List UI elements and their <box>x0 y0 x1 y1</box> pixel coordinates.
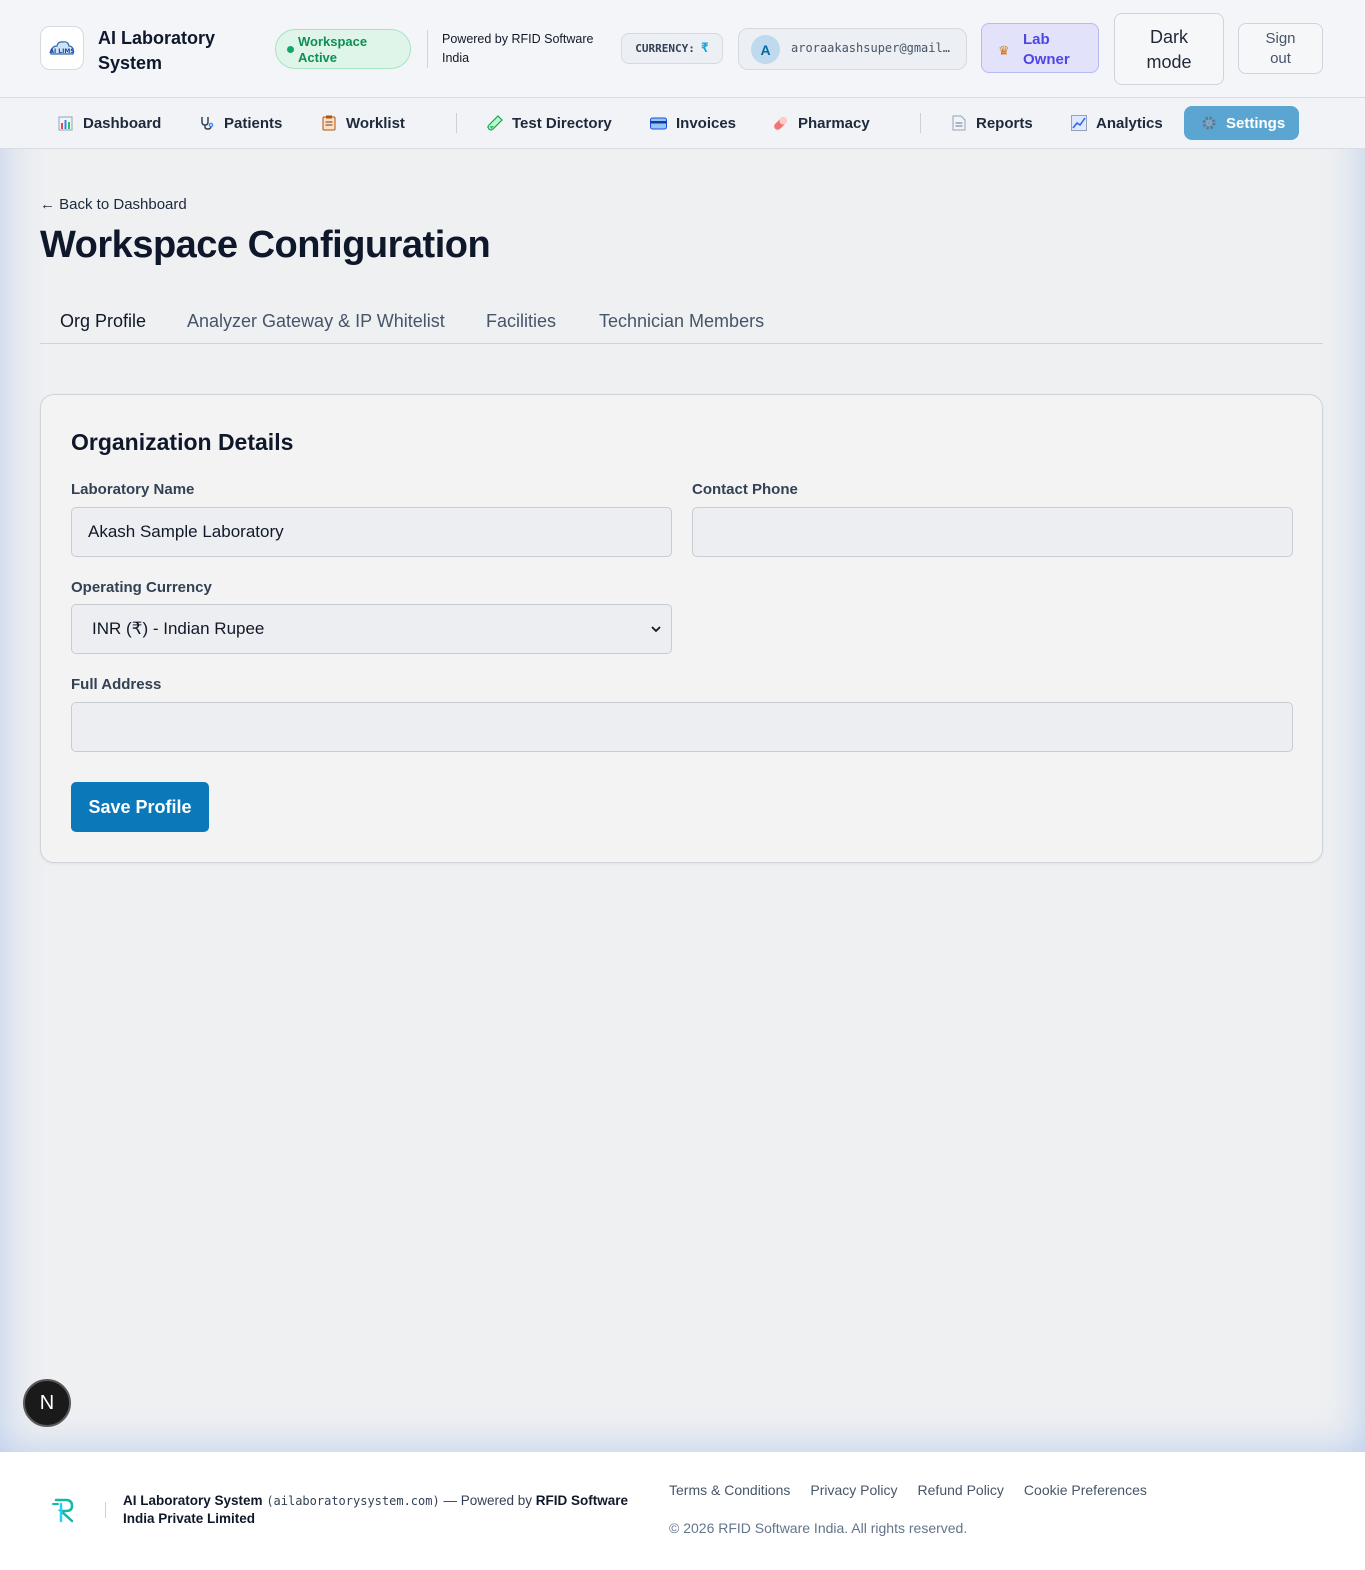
footer-powered-prefix: — Powered by <box>443 1493 533 1508</box>
pill-icon <box>772 115 789 132</box>
currency-label: CURRENCY: <box>635 42 695 55</box>
nav-label: Settings <box>1226 114 1286 132</box>
nav-item-patients[interactable]: Patients <box>198 106 282 140</box>
nav-label: Invoices <box>676 114 737 132</box>
nav-label: Patients <box>224 114 283 132</box>
footer: AI Laboratory System (ailaboratorysystem… <box>0 1452 1365 1570</box>
nav-label: Worklist <box>346 114 405 132</box>
section-title: Organization Details <box>71 429 294 455</box>
organization-details-card: Organization Details Laboratory Name Con… <box>40 394 1323 863</box>
nav-item-settings[interactable]: Settings <box>1184 106 1300 140</box>
gear-icon <box>1200 115 1217 132</box>
nav-item-test-directory[interactable]: Test Directory <box>486 106 612 140</box>
currency-label: Operating Currency <box>71 579 212 596</box>
footer-attribution: AI Laboratory System (ailaboratorysystem… <box>123 1492 643 1528</box>
app-shell: AI LIMS AI Laboratory System Workspace A… <box>0 0 1365 1452</box>
cookie-preferences-link[interactable]: Cookie Preferences <box>1024 1482 1147 1498</box>
copyright: © 2026 RFID Software India. All rights r… <box>669 1520 968 1536</box>
footer-domain: (ailaboratorysystem.com) <box>266 1494 440 1508</box>
line-chart-icon <box>1070 115 1087 132</box>
crown-icon: ♛ <box>998 43 1010 58</box>
rfid-logo-icon <box>52 1498 74 1523</box>
brand-name: AI Laboratory System <box>98 28 216 73</box>
user-email: aroraakashsuper@gmail.com <box>791 41 956 55</box>
terms-link[interactable]: Terms & Conditions <box>669 1482 790 1498</box>
nav-item-reports[interactable]: Reports <box>950 106 1033 140</box>
save-profile-button[interactable]: Save Profile <box>71 782 209 832</box>
tab-facilities[interactable]: Facilities <box>486 311 556 332</box>
refund-link[interactable]: Refund Policy <box>918 1482 1004 1498</box>
dark-mode-label: Dark mode <box>1146 27 1192 72</box>
nav-label: Reports <box>976 114 1033 132</box>
logo[interactable]: AI LIMS <box>40 26 84 70</box>
currency-selected-value: INR (₹) - Indian Rupee <box>92 619 265 638</box>
nav-label: Analytics <box>1096 114 1163 132</box>
document-icon <box>950 115 967 132</box>
lab-logo-icon: AI LIMS <box>49 41 75 55</box>
credit-card-icon <box>650 115 667 132</box>
currency-symbol: ₹ <box>700 41 709 56</box>
nav-item-analytics[interactable]: Analytics <box>1070 106 1163 140</box>
sign-out-label: Sign out <box>1265 30 1296 67</box>
footer-app-name: AI Laboratory System <box>123 1493 263 1508</box>
nav-item-invoices[interactable]: Invoices <box>650 106 736 140</box>
test-tube-icon <box>486 115 503 132</box>
currency-badge: CURRENCY: ₹ <box>621 33 723 64</box>
tab-technician-members[interactable]: Technician Members <box>599 311 764 332</box>
back-to-dashboard-link[interactable]: ← Back to Dashboard <box>40 196 187 213</box>
page-title: Workspace Configuration <box>40 224 491 266</box>
contact-phone-label: Contact Phone <box>692 481 798 498</box>
dark-mode-button[interactable]: Dark mode <box>1114 13 1224 85</box>
nav-label: Dashboard <box>83 114 162 132</box>
svg-text:AI LIMS: AI LIMS <box>49 48 74 55</box>
lab-name-input[interactable] <box>71 507 672 557</box>
main-nav: Dashboard Patients Worklist Test Directo… <box>0 98 1365 149</box>
clipboard-icon <box>320 115 337 132</box>
sign-out-button[interactable]: Sign out <box>1238 23 1323 74</box>
nav-item-worklist[interactable]: Worklist <box>320 106 405 140</box>
top-header: AI LIMS AI Laboratory System Workspace A… <box>0 0 1365 98</box>
floating-n-button[interactable]: N <box>23 1379 71 1427</box>
contact-phone-input[interactable] <box>692 507 1293 557</box>
workspace-status-badge: Workspace Active <box>275 29 411 69</box>
nav-divider <box>920 113 921 133</box>
role-label: Lab Owner <box>1023 31 1070 68</box>
status-dot-icon <box>287 46 294 53</box>
header-divider <box>427 30 428 68</box>
role-badge[interactable]: ♛ Lab Owner <box>981 23 1099 73</box>
tab-analyzer-gateway[interactable]: Analyzer Gateway & IP Whitelist <box>187 311 445 332</box>
nav-item-dashboard[interactable]: Dashboard <box>57 106 161 140</box>
footer-links: Terms & Conditions Privacy Policy Refund… <box>669 1482 1147 1498</box>
address-input[interactable] <box>71 702 1293 752</box>
nav-label: Pharmacy <box>798 114 870 132</box>
privacy-link[interactable]: Privacy Policy <box>810 1482 897 1498</box>
bar-chart-icon <box>57 115 74 132</box>
nav-label: Test Directory <box>512 114 612 132</box>
powered-by: Powered by RFID Software India <box>442 32 594 65</box>
nav-divider <box>456 113 457 133</box>
chevron-down-icon <box>651 626 661 633</box>
avatar: A <box>751 35 780 64</box>
stethoscope-icon <box>198 115 215 132</box>
settings-tabs: Org Profile Analyzer Gateway & IP Whitel… <box>40 300 1323 344</box>
tab-org-profile[interactable]: Org Profile <box>60 311 146 332</box>
lab-name-label: Laboratory Name <box>71 481 195 498</box>
currency-select[interactable]: INR (₹) - Indian Rupee <box>71 604 672 654</box>
workspace-status-text: Workspace Active <box>298 34 368 65</box>
address-label: Full Address <box>71 676 162 693</box>
nav-item-pharmacy[interactable]: Pharmacy <box>772 106 870 140</box>
user-chip[interactable]: A aroraakashsuper@gmail.com <box>738 28 967 70</box>
footer-divider <box>105 1502 106 1518</box>
